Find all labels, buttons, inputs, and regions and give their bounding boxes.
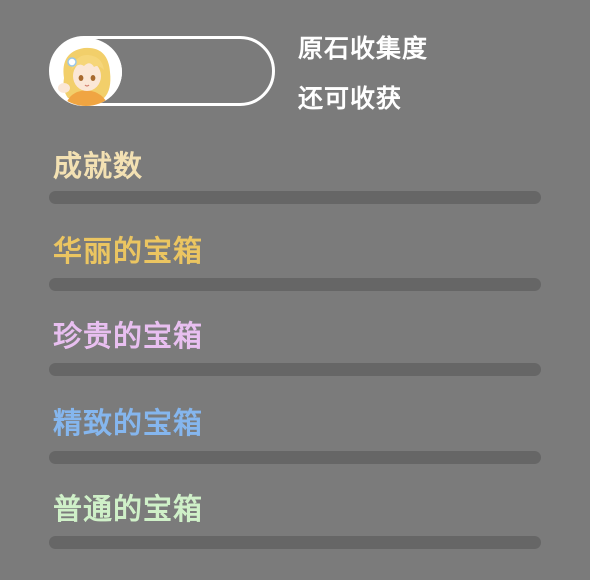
avatar[interactable] — [50, 38, 122, 106]
achievements-label: 成就数 — [53, 149, 144, 183]
exquisite-chest-label: 精致的宝箱 — [53, 406, 204, 440]
achievements-progress-bar — [49, 191, 541, 204]
character-portrait-icon — [50, 38, 122, 106]
collection-panel: 原石收集度 还可收获 成就数 华丽的宝箱 珍贵的宝箱 精致的宝箱 普通的宝箱 — [0, 0, 590, 580]
collectible-remaining-label: 还可收获 — [298, 84, 403, 113]
common-chest-label: 普通的宝箱 — [53, 492, 204, 526]
precious-chest-progress-bar — [49, 363, 541, 376]
precious-chest-label: 珍贵的宝箱 — [53, 319, 204, 353]
luxurious-chest-progress-bar — [49, 278, 541, 291]
common-chest-progress-bar — [49, 536, 541, 549]
luxurious-chest-label: 华丽的宝箱 — [53, 234, 204, 268]
exquisite-chest-progress-bar — [49, 451, 541, 464]
primogem-collection-label: 原石收集度 — [298, 34, 429, 63]
